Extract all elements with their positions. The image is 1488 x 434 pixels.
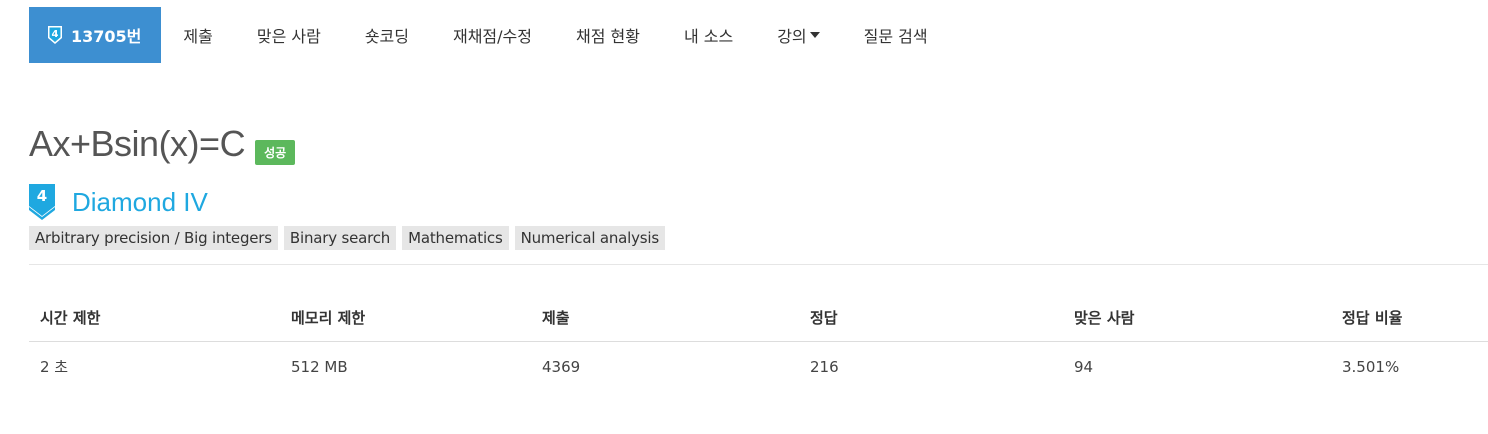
diamond-tier-icon: 4 [48, 26, 62, 44]
nav-solved-users[interactable]: 맞은 사람 [235, 7, 343, 63]
nav-submit[interactable]: 제출 [161, 7, 234, 63]
problem-info-table: 시간 제한 메모리 제한 제출 정답 맞은 사람 정답 비율 2 초 512 M… [29, 293, 1488, 391]
tier-mini-number: 4 [52, 29, 59, 40]
table-row: 2 초 512 MB 4369 216 94 3.501% [29, 342, 1488, 392]
problem-tier: 4 Diamond IV [29, 184, 208, 220]
nav-lecture-label: 강의 [777, 27, 807, 46]
nav-status-label: 채점 현황 [575, 27, 640, 46]
nav-solved-users-label: 맞은 사람 [256, 27, 321, 46]
diamond-tier-icon: 4 [29, 184, 55, 220]
tier-number: 4 [37, 187, 47, 205]
tag-link[interactable]: Arbitrary precision / Big integers [29, 226, 278, 250]
problem-title-row: Ax+Bsin(x)=C 성공 [29, 122, 296, 166]
header-solved-users: 맞은 사람 [1063, 293, 1331, 342]
problem-number-label: 13705번 [71, 27, 142, 46]
cell-time-limit: 2 초 [40, 358, 69, 376]
cell-accept-ratio: 3.501% [1342, 357, 1400, 376]
header-memory-limit: 메모리 제한 [280, 293, 531, 342]
divider [29, 264, 1488, 265]
table-header-row: 시간 제한 메모리 제한 제출 정답 맞은 사람 정답 비율 [29, 293, 1488, 342]
nav-question-search-label: 질문 검색 [863, 27, 928, 46]
header-accepted: 정답 [799, 293, 1063, 342]
header-time-limit: 시간 제한 [29, 293, 280, 342]
nav-submit-label: 제출 [183, 27, 213, 46]
tag-link[interactable]: Mathematics [402, 226, 509, 250]
problem-nav: 4 13705번 제출 맞은 사람 숏코딩 재채점/수정 채점 현황 내 소스 … [29, 7, 950, 63]
nav-shortest-code[interactable]: 숏코딩 [343, 7, 431, 63]
nav-rejudge[interactable]: 재채점/수정 [431, 7, 554, 63]
problem-tags: Arbitrary precision / Big integers Binar… [29, 226, 671, 250]
header-accept-ratio: 정답 비율 [1331, 293, 1488, 342]
nav-lecture-dropdown[interactable]: 강의 [755, 7, 841, 63]
cell-memory-limit: 512 MB [291, 357, 348, 376]
caret-down-icon [809, 32, 820, 38]
cell-solved-users: 94 [1074, 357, 1094, 376]
tier-label-link[interactable]: Diamond IV [72, 187, 208, 218]
header-submissions: 제출 [531, 293, 799, 342]
nav-my-source-label: 내 소스 [683, 27, 734, 46]
tag-link[interactable]: Binary search [283, 226, 397, 250]
nav-rejudge-label: 재채점/수정 [452, 27, 532, 46]
nav-question-search[interactable]: 질문 검색 [842, 7, 950, 63]
cell-accepted: 216 [810, 357, 839, 376]
nav-shortest-code-label: 숏코딩 [364, 27, 409, 46]
problem-title: Ax+Bsin(x)=C [29, 123, 246, 164]
status-badge: 성공 [255, 140, 296, 165]
nav-problem-number[interactable]: 4 13705번 [29, 7, 162, 63]
cell-submissions: 4369 [542, 357, 581, 376]
nav-my-source[interactable]: 내 소스 [662, 7, 755, 63]
tag-link[interactable]: Numerical analysis [514, 226, 665, 250]
nav-status[interactable]: 채점 현황 [554, 7, 662, 63]
